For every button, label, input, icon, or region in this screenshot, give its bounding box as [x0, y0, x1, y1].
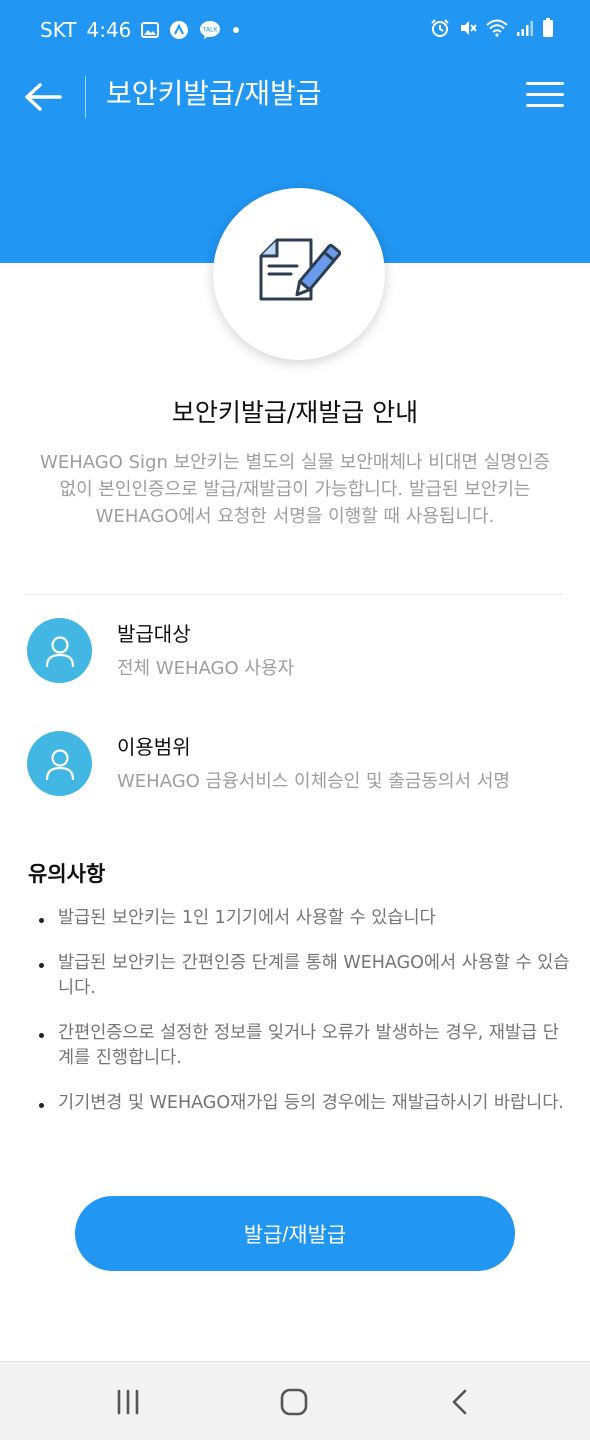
notice-item: 간편인증으로 설정한 정보를 잊거나 오류가 발생하는 경우, 재발급 단계를 … [36, 1021, 571, 1071]
recent-apps-icon [117, 1389, 139, 1415]
feature-label: 발급대상 [117, 622, 191, 646]
feature-issue-target: 발급대상 전체 WEHAGO 사용자 [27, 618, 567, 684]
section-divider [27, 594, 563, 595]
status-bar: SKT 4:46 TALK [0, 0, 590, 62]
bullet-icon [39, 963, 44, 968]
notice-item-text: 발급된 보안키는 1인 1기기에서 사용할 수 있습니다 [58, 908, 436, 928]
notice-list: 발급된 보안키는 1인 1기기에서 사용할 수 있습니다 발급된 보안키는 간편… [36, 906, 571, 1136]
talk-icon: TALK [199, 20, 221, 40]
document-pen-icon [259, 238, 341, 301]
notice-title: 유의사항 [28, 862, 106, 886]
hamburger-menu-icon [526, 82, 564, 85]
gallery-icon [141, 22, 160, 38]
home-icon [280, 1388, 308, 1416]
app-bar: 보안키발급/재발급 [0, 62, 590, 132]
notice-item: 발급된 보안키는 간편인증 단계를 통해 WEHAGO에서 사용할 수 있습니다… [36, 951, 571, 1001]
battery-icon [542, 18, 554, 42]
feature-usage-scope: 이용범위 WEHAGO 금융서비스 이체승인 및 출금동의서 서명 [27, 731, 567, 797]
issue-reissue-button[interactable]: 발급/재발급 [75, 1196, 515, 1271]
feature-value: WEHAGO 금융서비스 이체승인 및 출금동의서 서명 [117, 771, 510, 792]
notice-item: 기기변경 및 WEHAGO재가입 등의 경우에는 재발급하시기 바랍니다. [36, 1091, 571, 1116]
info-description: WEHAGO Sign 보안키는 별도의 실물 보안매체나 비대면 실명인증 없… [40, 452, 550, 527]
bullet-icon [39, 918, 44, 923]
recent-apps-button[interactable] [108, 1384, 148, 1420]
info-title: 보안키발급/재발급 안내 [171, 398, 419, 427]
alarm-icon [430, 18, 450, 42]
feature-label: 이용범위 [117, 735, 191, 759]
mute-icon [458, 18, 478, 42]
clock: 4:46 [86, 18, 132, 42]
notice-item-text: 발급된 보안키는 간편인증 단계를 통해 WEHAGO에서 사용할 수 있습니다… [58, 953, 570, 998]
wifi-icon [486, 19, 508, 41]
app-notification-icon [169, 20, 189, 40]
arrow-left-icon [25, 83, 62, 111]
bullet-icon [39, 1103, 44, 1108]
home-button[interactable] [274, 1384, 314, 1420]
dot-icon [231, 25, 241, 35]
user-icon [27, 618, 92, 683]
app-bar-divider [85, 76, 86, 118]
system-nav-bar [0, 1361, 590, 1440]
notice-item-text: 간편인증으로 설정한 정보를 잊거나 오류가 발생하는 경우, 재발급 단계를 … [58, 1023, 559, 1068]
bullet-icon [39, 1033, 44, 1038]
user-icon [27, 731, 92, 796]
status-left: SKT 4:46 TALK [40, 18, 241, 42]
back-button[interactable] [22, 76, 64, 118]
hero-icon-circle [213, 188, 385, 360]
notice-item: 발급된 보안키는 1인 1기기에서 사용할 수 있습니다 [36, 906, 571, 931]
back-icon [452, 1389, 467, 1415]
status-right [430, 18, 554, 42]
system-back-button[interactable] [440, 1384, 480, 1420]
feature-value: 전체 WEHAGO 사용자 [117, 658, 295, 679]
carrier-label: SKT [40, 18, 77, 42]
menu-button[interactable] [526, 82, 564, 112]
signal-icon [516, 19, 534, 41]
page-title: 보안키발급/재발급 [106, 77, 322, 110]
notice-item-text: 기기변경 및 WEHAGO재가입 등의 경우에는 재발급하시기 바랍니다. [58, 1093, 564, 1113]
svg-text:TALK: TALK [202, 27, 219, 34]
